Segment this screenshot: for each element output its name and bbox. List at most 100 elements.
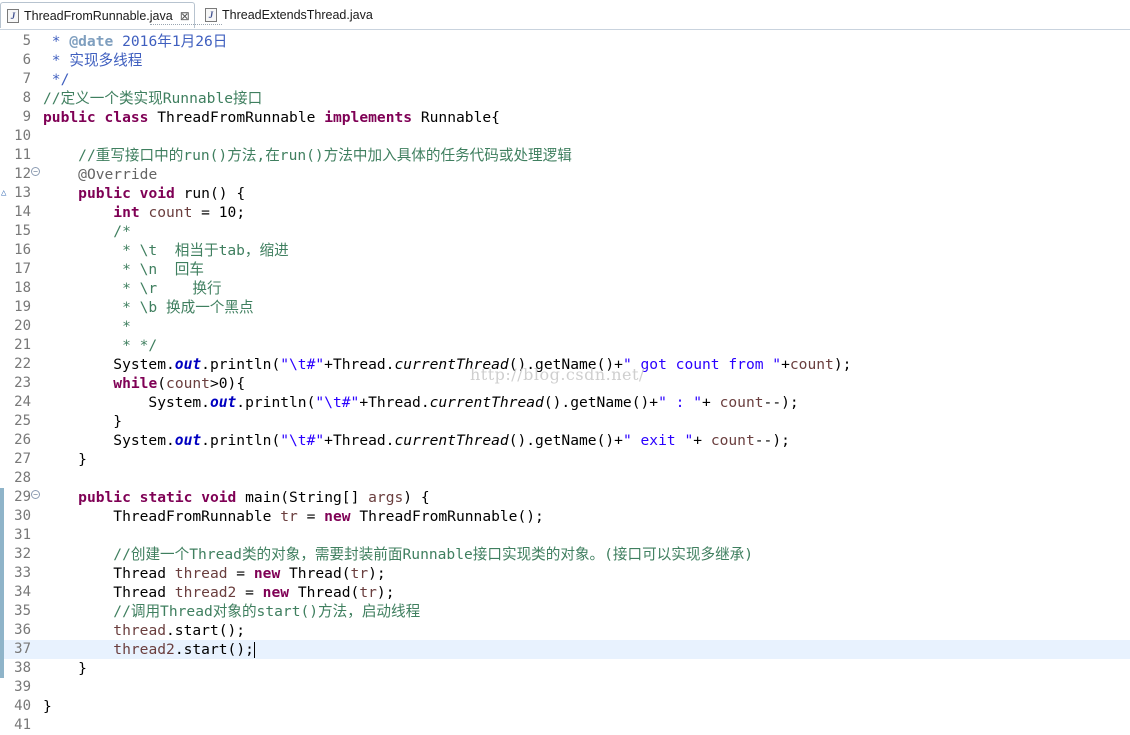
code-line[interactable]: 19 * \b 换成一个黑点 (0, 298, 1130, 317)
code-text: * \n 回车 (43, 260, 204, 279)
code-token: out (174, 356, 202, 373)
line-number: 30 (14, 508, 31, 524)
line-number: 38 (14, 660, 31, 676)
code-token: tr (350, 565, 369, 582)
code-line[interactable]: 29− public static void main(String[] arg… (0, 488, 1130, 507)
code-text: } (43, 659, 87, 678)
code-token: ThreadFromRunnable (148, 109, 325, 126)
code-line[interactable]: 6 * 实现多线程 (0, 51, 1130, 70)
code-line[interactable]: 36 thread.start(); (0, 621, 1130, 640)
code-line[interactable]: 20 * (0, 317, 1130, 336)
code-line[interactable]: 5 * @date 2016年1月26日 (0, 32, 1130, 51)
code-line[interactable]: 8 //定义一个类实现Runnable接口 (0, 89, 1130, 108)
code-token: Thread( (289, 584, 360, 601)
code-line[interactable]: 14 int count = 10; (0, 203, 1130, 222)
code-line[interactable]: 26 System.out.println("\t#"+Thread.curre… (0, 431, 1130, 450)
code-token: +Thread. (324, 432, 395, 449)
override-marker-icon[interactable]: △ (1, 189, 8, 203)
code-text: thread.start(); (43, 621, 245, 640)
code-line[interactable]: 18 * \r 换行 (0, 279, 1130, 298)
code-line[interactable]: 41 (0, 716, 1130, 735)
code-line[interactable]: 15 /* (0, 222, 1130, 241)
code-token: count (710, 432, 755, 449)
tab-threadextendsthread[interactable]: J ThreadExtendsThread.java (201, 2, 390, 28)
close-icon[interactable]: ⊠ (180, 9, 190, 23)
code-text: } (43, 412, 122, 431)
code-text: ThreadFromRunnable tr = new ThreadFromRu… (43, 507, 544, 526)
code-line[interactable]: 33 Thread thread = new Thread(tr); (0, 564, 1130, 583)
code-text: //调用Thread对象的start()方法，启动线程 (43, 602, 420, 621)
code-token: run() { (174, 185, 246, 202)
code-token: //重写接口中的run()方法,在run()方法中加入具体的任务代码或处理逻辑 (78, 147, 572, 164)
code-token: ().getName()+ (543, 394, 659, 411)
code-line[interactable]: 38 } (0, 659, 1130, 678)
code-line[interactable]: 13 △ public void run() { (0, 184, 1130, 203)
code-token: void (139, 185, 175, 202)
code-text: @Override (43, 165, 157, 184)
code-line[interactable]: 25 } (0, 412, 1130, 431)
code-token: +Thread. (324, 356, 395, 373)
code-line[interactable]: 35 //调用Thread对象的start()方法，启动线程 (0, 602, 1130, 621)
code-token: " got count from " (622, 356, 782, 373)
code-token: new (324, 508, 351, 525)
code-token: * (43, 33, 70, 50)
code-line[interactable]: 27 } (0, 450, 1130, 469)
code-token: + (781, 356, 790, 373)
line-number: 8 (22, 90, 31, 106)
code-line[interactable]: 34 Thread thread2 = new Thread(tr); (0, 583, 1130, 602)
code-line[interactable]: 39 (0, 678, 1130, 697)
watermark: http://blog.csdn.net/ (470, 365, 645, 384)
code-token: int (113, 204, 140, 221)
code-line[interactable]: 9 public class ThreadFromRunnable impleme… (0, 108, 1130, 127)
code-line[interactable]: 32 //创建一个Thread类的对象，需要封装前面Runnable接口实现类的… (0, 545, 1130, 564)
code-token: Runnable{ (412, 109, 500, 126)
code-line[interactable]: 11 //重写接口中的run()方法,在run()方法中加入具体的任务代码或处理… (0, 146, 1130, 165)
line-number: 10 (14, 128, 31, 144)
code-token: * \n 回车 (43, 261, 204, 278)
fold-toggle-icon[interactable]: − (31, 167, 40, 176)
code-token: = 10; (192, 204, 246, 221)
code-line[interactable]: 7 */ (0, 70, 1130, 89)
code-token: Thread( (280, 565, 351, 582)
code-text: public void run() { (43, 184, 245, 203)
code-token: >0){ (209, 375, 246, 392)
code-line[interactable]: 37 thread2.start(); (0, 640, 1130, 659)
code-token: tr (280, 508, 298, 525)
code-token: out (209, 394, 237, 411)
code-line[interactable]: 31 (0, 526, 1130, 545)
code-line[interactable]: 40} (0, 697, 1130, 716)
code-token: static (139, 489, 193, 506)
line-number: 5 (22, 33, 31, 49)
code-token: } (43, 698, 52, 715)
line-number: 31 (14, 527, 31, 543)
code-line[interactable]: 12− @Override (0, 165, 1130, 184)
code-token: --); (754, 432, 790, 449)
fold-toggle-icon[interactable]: − (31, 490, 40, 499)
code-line[interactable]: 16 * \t 相当于tab，缩进 (0, 241, 1130, 260)
code-line[interactable]: 30 ThreadFromRunnable tr = new ThreadFro… (0, 507, 1130, 526)
editor-tab-bar: J ThreadFromRunnable.java ⊠ J ThreadExte… (0, 0, 1130, 30)
code-token: //调用Thread对象的start()方法，启动线程 (113, 603, 421, 620)
code-line[interactable]: 17 * \n 回车 (0, 260, 1130, 279)
code-text: * \t 相当于tab，缩进 (43, 241, 289, 260)
code-line[interactable]: 10 (0, 127, 1130, 146)
line-number: 19 (14, 299, 31, 315)
line-number: 40 (14, 698, 31, 714)
line-number: 36 (14, 622, 31, 638)
code-line[interactable]: 24 System.out.println("\t#"+Thread.curre… (0, 393, 1130, 412)
code-line[interactable]: 28 (0, 469, 1130, 488)
java-file-icon: J (7, 8, 19, 23)
code-line[interactable]: 21 * */ (0, 336, 1130, 355)
code-token: .start(); (166, 622, 246, 639)
code-token: public (78, 185, 131, 202)
code-token: * \t 相当于tab，缩进 (43, 242, 289, 259)
